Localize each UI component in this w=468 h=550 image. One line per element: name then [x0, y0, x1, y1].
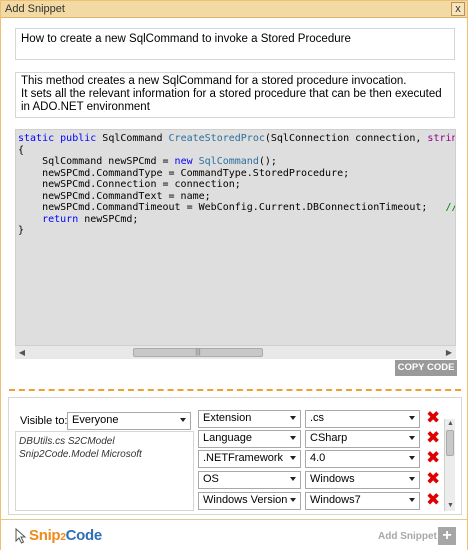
scroll-thumb[interactable]: [446, 430, 454, 456]
dropdown-arrow-icon: [290, 416, 296, 420]
add-snippet-window: Add Snippet x How to create a new SqlCom…: [0, 0, 468, 550]
code-line: SqlCommand newSPCmd = new SqlCommand();: [18, 156, 277, 167]
description-line: It sets all the relevant information for…: [21, 88, 442, 100]
property-value-select[interactable]: CSharp: [305, 430, 420, 448]
footer-bar: Snip2Code Add Snippet +: [1, 519, 467, 550]
copy-code-button[interactable]: COPY CODE: [395, 360, 457, 376]
property-row: Extension .cs ✖: [198, 409, 443, 430]
dropdown-arrow-icon: [290, 456, 296, 460]
remove-property-icon[interactable]: ✖: [426, 409, 440, 427]
scroll-right-icon[interactable]: ▶: [442, 346, 456, 359]
code-line: {: [18, 144, 25, 156]
remove-property-icon[interactable]: ✖: [426, 429, 440, 447]
property-name-select[interactable]: Language: [198, 430, 301, 448]
cursor-icon: [15, 528, 27, 544]
dropdown-arrow-icon: [409, 436, 415, 440]
property-name-select[interactable]: .NETFramework: [198, 450, 301, 468]
property-row: Language CSharp ✖: [198, 429, 443, 450]
property-name-select[interactable]: Windows Version: [198, 492, 301, 510]
description-line: This method creates a new SqlCommand for…: [21, 75, 407, 87]
code-editor[interactable]: static public SqlCommand CreateStoredPro…: [15, 129, 456, 359]
section-divider: [9, 389, 461, 391]
code-line: newSPCmd.CommandTimeout = WebConfig.Curr…: [18, 202, 455, 213]
property-value-select[interactable]: Windows7: [305, 492, 420, 510]
property-row: Windows Version Windows7 ✖: [198, 491, 443, 512]
code-line: newSPCmd.CommandText = name;: [18, 190, 211, 202]
tags-field[interactable]: DBUtils.cs S2CModel Snip2Code.Model Micr…: [15, 431, 194, 511]
dropdown-arrow-icon: [290, 477, 296, 481]
code-line: newSPCmd.Connection = connection;: [18, 179, 241, 190]
properties-vertical-scrollbar[interactable]: ▲ ▼: [444, 419, 455, 511]
code-text: static public SqlCommand CreateStoredPro…: [18, 133, 455, 237]
remove-property-icon[interactable]: ✖: [426, 449, 440, 467]
add-snippet-button[interactable]: +: [438, 527, 456, 545]
snippet-name-field[interactable]: How to create a new SqlCommand to invoke…: [15, 28, 455, 60]
add-snippet-label[interactable]: Add Snippet: [378, 531, 437, 542]
dropdown-arrow-icon: [180, 418, 186, 422]
window-title: Add Snippet: [5, 3, 65, 15]
remove-property-icon[interactable]: ✖: [426, 470, 440, 488]
description-line: in ADO.NET environment: [21, 101, 150, 113]
logo-text: Snip2Code: [29, 527, 102, 544]
dropdown-arrow-icon: [290, 436, 296, 440]
property-value-select[interactable]: 4.0: [305, 450, 420, 468]
scroll-left-icon[interactable]: ◀: [15, 346, 29, 359]
code-line: static public SqlCommand CreateStoredPro…: [18, 133, 455, 144]
remove-property-icon[interactable]: ✖: [426, 491, 440, 509]
visible-to-label: Visible to:: [20, 415, 68, 427]
property-value-select[interactable]: .cs: [305, 410, 420, 428]
dropdown-arrow-icon: [409, 477, 415, 481]
dropdown-arrow-icon: [409, 498, 415, 502]
property-row: .NETFramework 4.0 ✖: [198, 449, 443, 470]
title-bar: Add Snippet x: [1, 1, 467, 18]
code-horizontal-scrollbar[interactable]: ◀ ||| ▶: [15, 345, 456, 359]
close-icon[interactable]: x: [451, 2, 465, 16]
scroll-up-icon[interactable]: ▲: [445, 419, 456, 429]
property-name-select[interactable]: OS: [198, 471, 301, 489]
code-line: newSPCmd.CommandType = CommandType.Store…: [18, 167, 350, 179]
property-value-select[interactable]: Windows: [305, 471, 420, 489]
dropdown-arrow-icon: [409, 416, 415, 420]
dropdown-arrow-icon: [409, 456, 415, 460]
code-line: return newSPCmd;: [42, 213, 139, 225]
scroll-down-icon[interactable]: ▼: [445, 501, 456, 511]
property-name-select[interactable]: Extension: [198, 410, 301, 428]
dropdown-arrow-icon: [290, 498, 296, 502]
scroll-thumb[interactable]: |||: [133, 348, 263, 357]
snippet-description-field[interactable]: This method creates a new SqlCommand for…: [15, 72, 455, 118]
visible-to-select[interactable]: Everyone: [67, 412, 191, 430]
visible-to-value: Everyone: [72, 414, 119, 426]
code-line: }: [18, 225, 25, 236]
property-row: OS Windows ✖: [198, 470, 443, 491]
